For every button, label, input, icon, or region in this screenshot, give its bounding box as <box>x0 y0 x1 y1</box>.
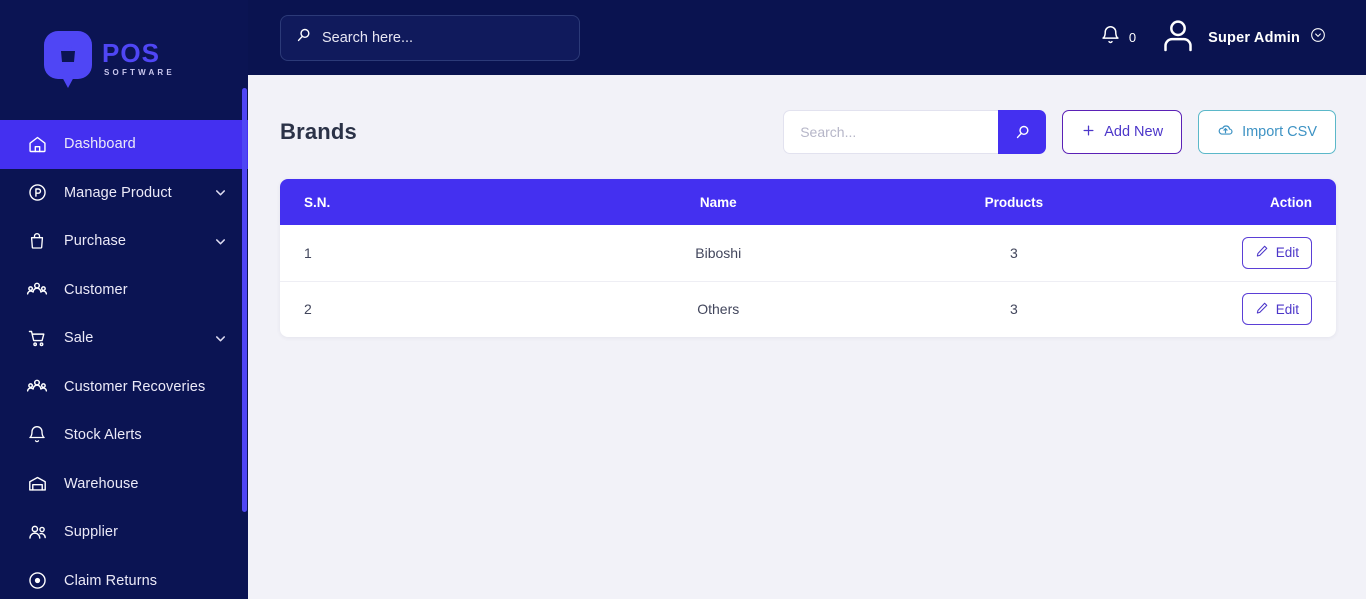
sidebar-item-label: Warehouse <box>64 475 139 492</box>
sidebar: POS SOFTWARE Dashboard Manage Product Purc… <box>0 0 248 599</box>
search-icon <box>295 27 312 49</box>
logo-mark <box>44 31 92 89</box>
cell-sn: 2 <box>304 301 312 318</box>
sidebar-item-label: Supplier <box>64 524 118 541</box>
people-group-icon <box>26 279 48 301</box>
header-right: 0 Super Admin <box>1100 15 1326 60</box>
import-csv-label: Import CSV <box>1242 124 1317 140</box>
main-area: Search here... 0 Super Admin Brands Sear… <box>248 0 1366 599</box>
bag-icon <box>26 230 48 252</box>
sidebar-item-customer-recoveries[interactable]: Customer Recoveries <box>0 363 248 412</box>
sidebar-item-label: Dashboard <box>64 136 136 153</box>
edit-label: Edit <box>1275 301 1299 317</box>
cell-action: Edit <box>1156 281 1336 337</box>
sidebar-item-label: Manage Product <box>64 184 172 201</box>
table-search-group <box>783 110 1047 154</box>
cell-name: Others <box>697 301 740 318</box>
toolbar-actions: Add New Import CSV <box>783 110 1336 154</box>
people-group-icon <box>26 376 48 398</box>
edit-button[interactable]: Edit <box>1241 236 1312 269</box>
sidebar-item-sale[interactable]: Sale <box>0 314 248 363</box>
chevron-down-icon[interactable] <box>213 185 228 200</box>
cloud-upload-icon <box>1217 122 1234 143</box>
sidebar-item-label: Purchase <box>64 233 127 250</box>
warehouse-icon <box>26 473 48 495</box>
sidebar-item-purchase[interactable]: Purchase <box>0 217 248 266</box>
sidebar-item-warehouse[interactable]: Warehouse <box>0 460 248 509</box>
pencil-icon <box>1255 301 1269 318</box>
cell-action: Edit <box>1156 225 1336 281</box>
user-menu[interactable]: Super Admin <box>1158 15 1326 60</box>
chevron-down-icon[interactable] <box>213 331 228 346</box>
top-header: Search here... 0 Super Admin <box>248 0 1366 75</box>
chevron-down-icon[interactable] <box>213 234 228 249</box>
bell-icon <box>1100 25 1121 51</box>
cell-sn: 1 <box>304 244 312 261</box>
global-search-placeholder: Search here... <box>322 29 414 46</box>
sidebar-item-customer[interactable]: Customer <box>0 266 248 315</box>
edit-label: Edit <box>1275 245 1299 261</box>
shopping-bag-icon <box>44 31 92 79</box>
page-content: Brands Search... Add New Import CSV S.N.… <box>248 75 1366 337</box>
sidebar-item-supplier[interactable]: Supplier <box>0 508 248 557</box>
table-row: 2 Others 3 Edit <box>280 281 1336 337</box>
chevron-down-icon[interactable] <box>1310 27 1326 48</box>
import-csv-button[interactable]: Import CSV <box>1198 110 1336 154</box>
bell-icon <box>26 424 48 446</box>
sidebar-scrollbar[interactable] <box>242 88 247 512</box>
users-icon <box>26 521 48 543</box>
search-input[interactable] <box>783 110 999 154</box>
sidebar-nav: Dashboard Manage Product Purchase Customer S… <box>0 120 248 599</box>
sidebar-item-label: Stock Alerts <box>64 427 142 444</box>
global-search[interactable]: Search here... <box>280 14 580 61</box>
sidebar-item-label: Customer Recoveries <box>64 378 206 395</box>
app-logo[interactable]: POS SOFTWARE <box>0 0 248 120</box>
avatar <box>1158 15 1198 60</box>
circle-p-icon <box>26 182 48 204</box>
user-name: Super Admin <box>1208 29 1300 46</box>
column-header-products[interactable]: Products <box>871 179 1156 225</box>
cell-products: 3 <box>1010 244 1018 261</box>
sidebar-item-label: Sale <box>64 330 94 347</box>
cell-products: 3 <box>1010 301 1018 318</box>
sidebar-item-stock-alerts[interactable]: Stock Alerts <box>0 411 248 460</box>
circle-dot-icon <box>26 570 48 592</box>
column-header-sn[interactable]: S.N. <box>280 179 565 225</box>
cart-icon <box>26 327 48 349</box>
sidebar-item-dashboard[interactable]: Dashboard <box>0 120 248 169</box>
table-row: 1 Biboshi 3 Edit <box>280 225 1336 281</box>
cell-name: Biboshi <box>695 244 742 261</box>
search-button[interactable] <box>998 110 1047 154</box>
logo-title: POS <box>102 37 160 68</box>
pencil-icon <box>1255 244 1269 261</box>
logo-tail <box>61 75 75 88</box>
edit-button[interactable]: Edit <box>1241 293 1312 326</box>
plus-icon <box>1081 123 1096 142</box>
brands-table: S.N. Name Products Action 1 Biboshi 3 Edit 2… <box>280 179 1336 337</box>
add-new-button[interactable]: Add New <box>1062 110 1183 154</box>
table-header-row: S.N. Name Products Action <box>280 179 1336 225</box>
page-toolbar: Brands Search... Add New Import CSV <box>280 103 1336 161</box>
sidebar-item-claim-returns[interactable]: Claim Returns <box>0 557 248 599</box>
sidebar-item-manage-product[interactable]: Manage Product <box>0 169 248 218</box>
column-header-name[interactable]: Name <box>565 179 871 225</box>
sidebar-item-label: Customer <box>64 281 128 298</box>
add-new-label: Add New <box>1104 124 1164 140</box>
page-title: Brands <box>280 119 357 144</box>
logo-subtitle: SOFTWARE <box>104 67 175 77</box>
home-icon <box>26 133 48 155</box>
brands-table-card: S.N. Name Products Action 1 Biboshi 3 Edit 2… <box>280 179 1336 337</box>
sidebar-item-label: Claim Returns <box>64 572 158 589</box>
column-header-action: Action <box>1270 194 1312 210</box>
notification-count: 0 <box>1128 30 1137 45</box>
app-root: POS SOFTWARE Dashboard Manage Product Purc… <box>0 0 1366 599</box>
logo-text: POS SOFTWARE <box>102 40 175 81</box>
table-body: 1 Biboshi 3 Edit 2 Others 3 Edit <box>280 225 1336 337</box>
table-head: S.N. Name Products Action <box>280 179 1336 225</box>
notifications-button[interactable]: 0 <box>1100 25 1136 51</box>
